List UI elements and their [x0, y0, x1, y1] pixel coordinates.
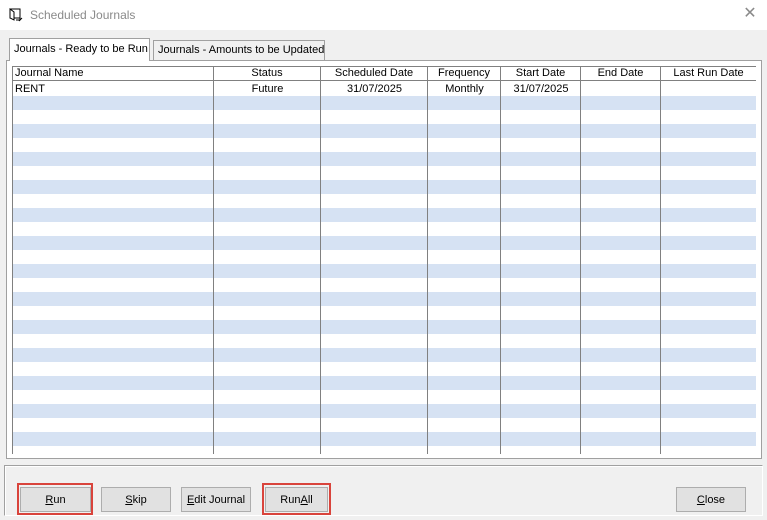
skip-label: kip: [132, 493, 147, 506]
table-row[interactable]: [13, 390, 756, 404]
column-header-frequency[interactable]: Frequency: [428, 67, 501, 81]
table-row[interactable]: [13, 306, 756, 320]
window-title: Scheduled Journals: [30, 8, 136, 22]
table-row[interactable]: [13, 348, 756, 362]
table-row[interactable]: [13, 334, 756, 348]
run-accel: R: [45, 493, 54, 506]
tab-label: Journals - Amounts to be Updated: [158, 44, 325, 56]
table-row[interactable]: [13, 320, 756, 334]
run-all-label: ll: [307, 493, 313, 506]
cell-status: Future: [251, 83, 284, 95]
table-row[interactable]: [13, 166, 756, 180]
grid-rows: RENT Future 31/07/2025 Monthly 31/07/202…: [13, 82, 756, 454]
table-row[interactable]: [13, 222, 756, 236]
column-header-status[interactable]: Status: [214, 67, 321, 81]
table-row[interactable]: [13, 194, 756, 208]
close-button[interactable]: Close: [676, 487, 746, 512]
title-bar: Scheduled Journals ✕: [0, 0, 767, 30]
column-divider: [320, 67, 321, 454]
table-row[interactable]: [13, 362, 756, 376]
table-row[interactable]: [13, 278, 756, 292]
skip-button[interactable]: Skip: [101, 487, 171, 512]
cell-start-date: 31/07/2025: [513, 83, 569, 95]
table-row[interactable]: [13, 376, 756, 390]
table-row[interactable]: [13, 292, 756, 306]
tab-panel: Journal Name Status Scheduled Date Frequ…: [6, 60, 762, 459]
table-row[interactable]: [13, 404, 756, 418]
cell-last-run-date: [661, 82, 756, 96]
window-app-icon: [9, 8, 23, 22]
close-window-icon[interactable]: ✕: [741, 5, 759, 23]
table-row[interactable]: [13, 180, 756, 194]
edit-journal-label: dit Journal: [194, 493, 246, 506]
table-row[interactable]: [13, 110, 756, 124]
table-row[interactable]: [13, 138, 756, 152]
tab-label: Journals - Ready to be Run: [14, 43, 148, 55]
grid-header: Journal Name Status Scheduled Date Frequ…: [13, 67, 756, 81]
column-header-last-run-date[interactable]: Last Run Date: [661, 67, 756, 81]
column-divider: [213, 67, 214, 454]
tab-amounts-to-update[interactable]: Journals - Amounts to be Updated: [153, 40, 325, 60]
table-row[interactable]: [13, 250, 756, 264]
table-row[interactable]: [13, 124, 756, 138]
cell-frequency: Monthly: [445, 83, 484, 95]
table-row[interactable]: [13, 418, 756, 432]
table-row[interactable]: [13, 432, 756, 446]
column-header-end-date[interactable]: End Date: [581, 67, 661, 81]
column-divider: [500, 67, 501, 454]
column-divider: [427, 67, 428, 454]
column-header-scheduled-date[interactable]: Scheduled Date: [321, 67, 428, 81]
table-row[interactable]: [13, 236, 756, 250]
close-label: lose: [704, 493, 726, 506]
cell-scheduled-date: 31/07/2025: [346, 83, 403, 95]
skip-accel: S: [125, 493, 133, 506]
close-accel: C: [696, 493, 705, 506]
run-all-button[interactable]: Run All: [265, 487, 328, 512]
run-all-label-pre: Run: [280, 493, 301, 506]
edit-journal-button[interactable]: Edit Journal: [181, 487, 251, 512]
cell-end-date: [581, 82, 661, 96]
table-row[interactable]: [13, 96, 756, 110]
table-row[interactable]: RENT Future 31/07/2025 Monthly 31/07/202…: [13, 82, 756, 96]
run-label: un: [53, 493, 66, 506]
table-row[interactable]: [13, 264, 756, 278]
table-row[interactable]: [13, 152, 756, 166]
column-divider: [580, 67, 581, 454]
column-header-journal-name[interactable]: Journal Name: [13, 67, 214, 81]
journals-grid[interactable]: Journal Name Status Scheduled Date Frequ…: [12, 66, 756, 454]
column-divider: [660, 67, 661, 454]
tab-ready-to-run[interactable]: Journals - Ready to be Run: [9, 38, 150, 61]
run-button[interactable]: Run: [20, 487, 91, 512]
run-all-accel: A: [300, 493, 308, 506]
column-header-start-date[interactable]: Start Date: [501, 67, 581, 81]
cell-journal-name: RENT: [15, 83, 45, 95]
table-row[interactable]: [13, 208, 756, 222]
table-row[interactable]: [13, 446, 756, 454]
edit-journal-accel: E: [186, 493, 195, 506]
